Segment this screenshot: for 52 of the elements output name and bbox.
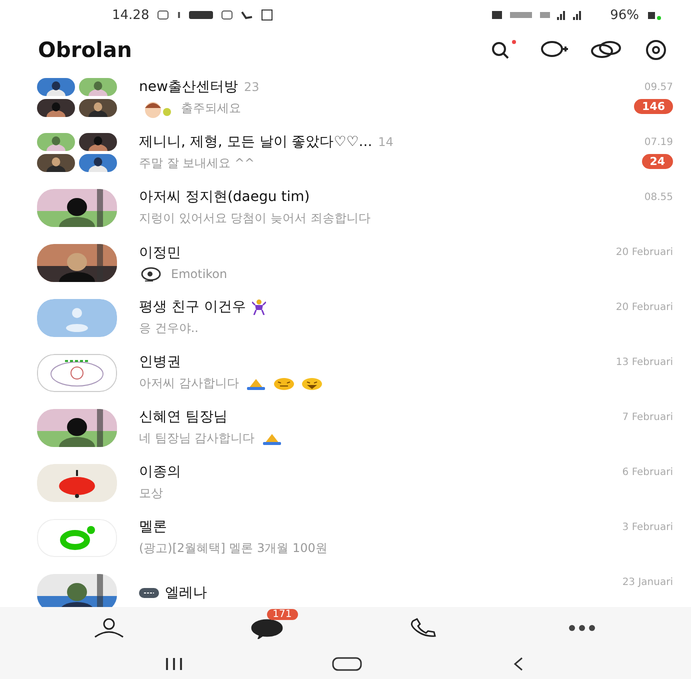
chat-name: 인병권 xyxy=(139,353,181,371)
grinning-face-icon xyxy=(300,378,323,390)
message-preview: 지렁이 있어서요 당첨이 늦어서 죄송합니다 xyxy=(139,210,370,227)
chat-time: 20 Februari xyxy=(616,302,673,313)
notification-icon xyxy=(221,10,234,20)
status-time: 14.28 xyxy=(112,8,150,22)
home-icon[interactable] xyxy=(332,657,362,671)
member-count: 14 xyxy=(378,135,394,149)
friends-tab-icon[interactable] xyxy=(92,618,126,638)
nav-badge: 171 xyxy=(266,609,298,620)
chat-time: 3 Februari xyxy=(622,522,673,533)
notification-icon xyxy=(157,10,170,20)
message-preview: 응 건우야.. xyxy=(139,320,198,337)
unread-count: 24 xyxy=(642,154,673,169)
video-icon xyxy=(189,10,214,20)
settings-icon[interactable] xyxy=(643,39,669,61)
battery-percent: 96% xyxy=(610,8,639,22)
unread-count: 146 xyxy=(634,99,673,114)
chat-bubbles-icon[interactable] xyxy=(589,39,623,61)
person-emoji-icon xyxy=(252,299,266,315)
chat-name: 평생 친구 이건우 xyxy=(139,298,246,316)
chat-name: 아저씨 정지현(daegu tim) xyxy=(139,188,310,206)
recent-apps-icon[interactable] xyxy=(164,657,184,671)
chats-tab-icon[interactable] xyxy=(250,617,284,639)
chat-name: 이정민 xyxy=(139,244,181,262)
chat-name: new출산센터방 xyxy=(139,78,238,96)
message-preview: 주말 잘 보내세요 ^^ xyxy=(139,155,255,172)
chat-name: 엘레나 xyxy=(165,584,207,602)
chat-time: 08.55 xyxy=(644,192,673,203)
chat-time: 20 Februari xyxy=(616,247,673,258)
chat-name: 이종의 xyxy=(139,463,181,481)
phone-icon xyxy=(241,10,254,20)
message-preview: 네 팀장님 감사합니다 xyxy=(139,430,255,447)
page-title: Obrolan xyxy=(38,38,132,62)
message-preview: 출주되세요 xyxy=(181,100,241,117)
chat-time: 13 Februari xyxy=(616,357,673,368)
chat-time: 09.57 xyxy=(644,82,673,93)
message-preview: Emotikon xyxy=(171,266,228,280)
chat-time: 23 Januari xyxy=(622,577,673,588)
member-count: 23 xyxy=(244,80,260,94)
chat-name: 제니니, 제형, 모든 날이 좋았다♡♡... xyxy=(139,133,372,151)
chat-name: 멜론 xyxy=(139,518,167,536)
message-preview: (광고)[2월혜택] 멜론 3개월 100원 xyxy=(139,540,328,557)
chat-time: 07.19 xyxy=(644,137,673,148)
battery-icon xyxy=(647,9,661,21)
chat-time: 7 Februari xyxy=(622,412,673,423)
search-icon[interactable] xyxy=(489,39,519,61)
screenshot-icon xyxy=(261,9,274,21)
chat-name: 신혜연 팀장님 xyxy=(139,408,228,426)
chat-time: 6 Februari xyxy=(622,467,673,478)
message-preview: 아저씨 감사합니다 xyxy=(139,375,239,392)
message-preview: 모상 xyxy=(139,485,163,502)
